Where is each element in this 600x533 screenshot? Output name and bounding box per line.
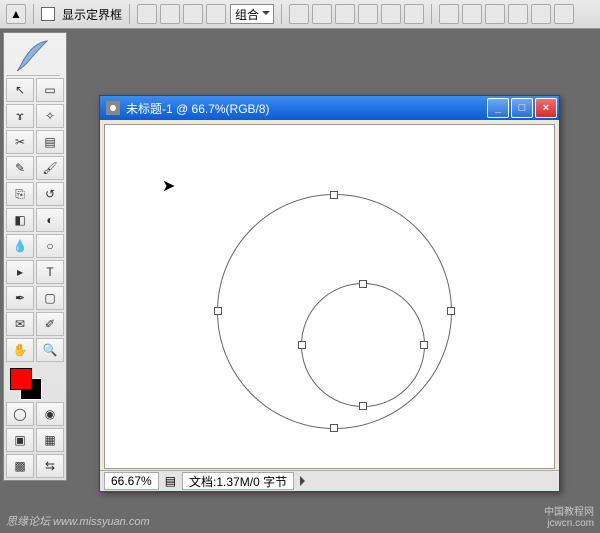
- zoom-tool[interactable]: 🔍: [36, 338, 64, 362]
- pointer-icon[interactable]: ▲: [6, 4, 26, 24]
- combine-dropdown[interactable]: 组合: [230, 4, 274, 24]
- doc-size-field[interactable]: 文档:1.37M/0 字节: [182, 472, 294, 490]
- screen-mode-2[interactable]: ▦: [36, 428, 64, 452]
- doc-icon: ▤: [165, 474, 176, 488]
- quickmask-mode[interactable]: ◉: [36, 402, 64, 426]
- type-tool[interactable]: T: [36, 260, 64, 284]
- hand-tool[interactable]: ✋: [6, 338, 34, 362]
- titlebar[interactable]: 未标题-1 @ 66.7%(RGB/8) _ □ ×: [100, 96, 559, 120]
- handle[interactable]: [447, 307, 455, 315]
- eyedropper-tool[interactable]: ✐: [36, 312, 64, 336]
- close-button[interactable]: ×: [535, 98, 557, 118]
- status-bar: 66.67% ▤ 文档:1.37M/0 字节: [100, 470, 559, 491]
- align-group-1: [137, 4, 226, 24]
- handle[interactable]: [420, 341, 428, 349]
- handle[interactable]: [298, 341, 306, 349]
- jump-to[interactable]: ⇆: [36, 454, 64, 478]
- options-bar: ▲ 显示定界框 组合: [0, 0, 600, 29]
- align-btn-6[interactable]: [404, 4, 424, 24]
- toolbox: ↖ ▭ ɤ ✧ ✂ ▤ ✎ 🖌 ⎘ ↺ ◧ ◐ 💧 ○ ▸ T ✒ ▢ ✉ ✐ …: [3, 32, 67, 481]
- distribute-group: [439, 4, 574, 24]
- show-bounds-checkbox[interactable]: [41, 7, 55, 21]
- screen-mode-1[interactable]: ▣: [6, 428, 34, 452]
- align-btn-4[interactable]: [358, 4, 378, 24]
- history-brush-tool[interactable]: ↺: [36, 182, 64, 206]
- combine-label: 组合: [235, 6, 259, 23]
- tool-grid: ↖ ▭ ɤ ✧ ✂ ▤ ✎ 🖌 ⎘ ↺ ◧ ◐ 💧 ○ ▸ T ✒ ▢ ✉ ✐ …: [6, 78, 64, 362]
- path-select-tool[interactable]: ▸: [6, 260, 34, 284]
- opt-btn-4[interactable]: [206, 4, 226, 24]
- crop-tool[interactable]: ✂: [6, 130, 34, 154]
- show-bounds-label: 显示定界框: [62, 6, 122, 23]
- window-title: 未标题-1 @ 66.7%(RGB/8): [126, 100, 481, 117]
- opt-btn-2[interactable]: [160, 4, 180, 24]
- align-btn-3[interactable]: [335, 4, 355, 24]
- dist-btn-3[interactable]: [485, 4, 505, 24]
- color-swatch[interactable]: [8, 366, 62, 398]
- watermark-right-bottom: jcwcn.com: [544, 518, 594, 529]
- zoom-field[interactable]: 66.67%: [104, 472, 159, 490]
- opt-btn-1[interactable]: [137, 4, 157, 24]
- minimize-button[interactable]: _: [487, 98, 509, 118]
- inner-ellipse-path[interactable]: [301, 283, 425, 407]
- watermark-left: 思缘论坛 www.missyuan.com: [6, 513, 150, 529]
- watermark-right: 中国教程网 jcwcn.com: [544, 507, 594, 529]
- handle[interactable]: [330, 424, 338, 432]
- dist-btn-6[interactable]: [554, 4, 574, 24]
- selection-tool[interactable]: ↖: [6, 78, 34, 102]
- marquee-tool[interactable]: ▭: [36, 78, 64, 102]
- dist-btn-4[interactable]: [508, 4, 528, 24]
- handle[interactable]: [330, 191, 338, 199]
- align-btn-2[interactable]: [312, 4, 332, 24]
- maximize-button[interactable]: □: [511, 98, 533, 118]
- pen-tool[interactable]: ✒: [6, 286, 34, 310]
- handle[interactable]: [214, 307, 222, 315]
- foreground-color[interactable]: [10, 368, 32, 390]
- align-group-2: [289, 4, 424, 24]
- align-btn-5[interactable]: [381, 4, 401, 24]
- eraser-tool[interactable]: ◧: [6, 208, 34, 232]
- align-btn-1[interactable]: [289, 4, 309, 24]
- opt-btn-3[interactable]: [183, 4, 203, 24]
- wand-tool[interactable]: ✧: [36, 104, 64, 128]
- standard-mode[interactable]: ◯: [6, 402, 34, 426]
- dodge-tool[interactable]: ○: [36, 234, 64, 258]
- mode-grid: ◯ ◉ ▣ ▦ ▩ ⇆: [6, 402, 64, 478]
- healing-tool[interactable]: ✎: [6, 156, 34, 180]
- watermark-right-top: 中国教程网: [544, 507, 594, 518]
- brush-tool[interactable]: 🖌: [36, 156, 64, 180]
- dist-btn-2[interactable]: [462, 4, 482, 24]
- document-icon: [106, 101, 120, 115]
- shape-tool[interactable]: ▢: [36, 286, 64, 310]
- lasso-tool[interactable]: ɤ: [6, 104, 34, 128]
- notes-tool[interactable]: ✉: [6, 312, 34, 336]
- dist-btn-5[interactable]: [531, 4, 551, 24]
- app-logo: [6, 35, 60, 76]
- slice-tool[interactable]: ▤: [36, 130, 64, 154]
- gradient-tool[interactable]: ◐: [36, 208, 64, 232]
- blur-tool[interactable]: 💧: [6, 234, 34, 258]
- handle[interactable]: [359, 280, 367, 288]
- clone-tool[interactable]: ⎘: [6, 182, 34, 206]
- screen-mode-3[interactable]: ▩: [6, 454, 34, 478]
- dist-btn-1[interactable]: [439, 4, 459, 24]
- status-arrow-icon[interactable]: [300, 476, 310, 486]
- handle[interactable]: [359, 402, 367, 410]
